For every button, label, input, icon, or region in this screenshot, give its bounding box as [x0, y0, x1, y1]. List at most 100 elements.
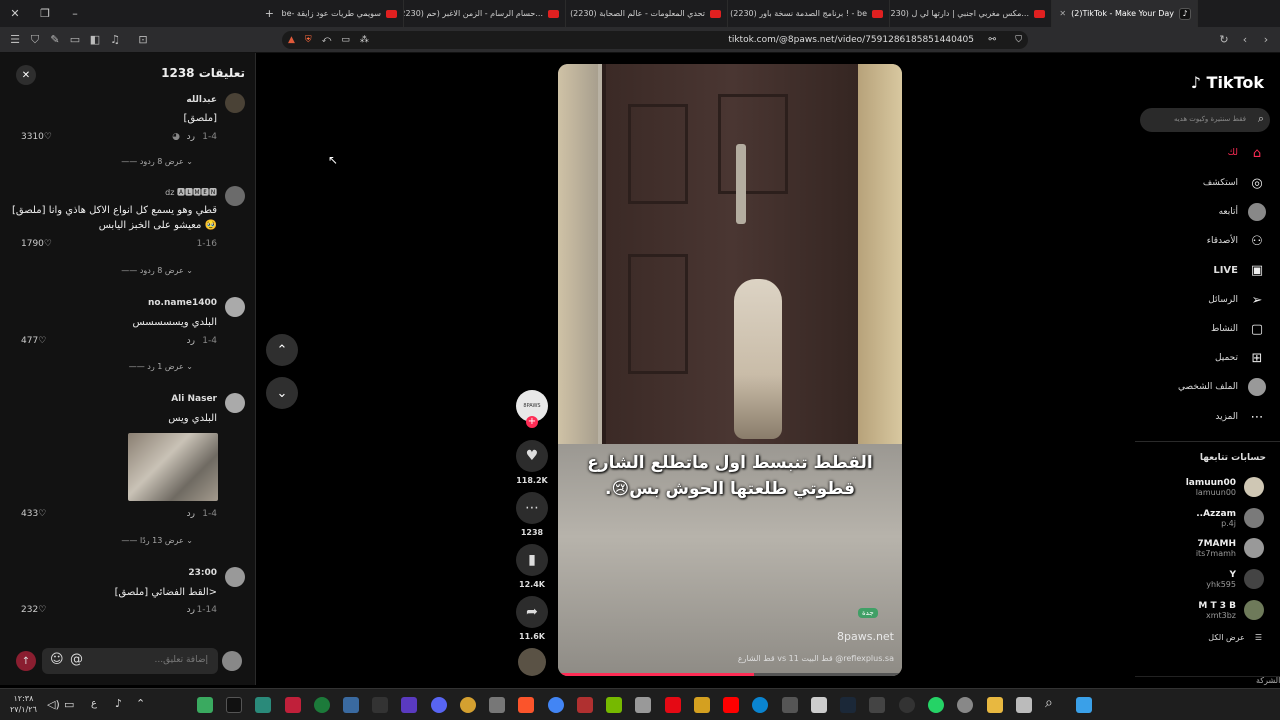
avatar[interactable] [225, 567, 245, 587]
see-all-link[interactable]: ☰ عرض الكل [1208, 633, 1262, 642]
app-icon[interactable] [694, 697, 710, 713]
youtube-app-icon[interactable] [723, 697, 739, 713]
nav-upload[interactable]: ⊞ تحميل [1215, 349, 1266, 367]
volume-icon[interactable]: ◁) [47, 698, 60, 711]
nav-friends[interactable]: ⚇ الأصدقاء [1207, 232, 1266, 250]
view-replies[interactable]: —— عرض 13 ردًا ⌄ [121, 536, 193, 545]
sidebar-icon[interactable]: ◧ [85, 27, 105, 53]
avatar[interactable] [225, 297, 245, 317]
search-icon[interactable]: ⌕ [1258, 112, 1264, 126]
brave-icon[interactable] [518, 697, 534, 713]
app-icon[interactable] [782, 697, 798, 713]
search-input[interactable]: فقط سنتيرة وكيوت هديه ⌕ [1140, 108, 1270, 132]
puzzle-icon[interactable]: ✎ [45, 27, 65, 53]
like-count[interactable]: 3310♡ [21, 132, 52, 142]
discord-icon[interactable] [431, 697, 447, 713]
nav-for-you[interactable]: ⌂ لك [1228, 144, 1266, 162]
start-button-icon[interactable] [1076, 697, 1092, 713]
wallet-icon[interactable]: ▭ [65, 27, 85, 53]
comment-username[interactable]: dz 🅰🅻🅼🅴🅽 [165, 187, 217, 198]
app-icon[interactable] [635, 697, 651, 713]
nav-messages[interactable]: ➢ الرسائل [1208, 291, 1266, 309]
new-tab-button[interactable]: + [90, 0, 274, 27]
heart-icon[interactable]: ♡ [38, 336, 46, 346]
store-icon[interactable] [811, 697, 827, 713]
app-icon[interactable] [401, 697, 417, 713]
heart-icon[interactable]: ♡ [38, 605, 46, 615]
search-icon[interactable]: ⌕ [1045, 695, 1053, 711]
browser-tab[interactable]: (2230) برنامج الصدمة نسخة باور ! - be [728, 0, 890, 27]
like-count[interactable]: 1790♡ [21, 239, 52, 249]
like-count[interactable]: 433♡ [21, 509, 46, 519]
share-icon[interactable]: ⤺ [322, 35, 332, 45]
browser-tab[interactable]: (2230) مكس مغربي اجنبي | دارتها لي ل... [890, 0, 1052, 27]
app-icon[interactable] [285, 697, 301, 713]
following-account[interactable]: Azzam.. p.4j [1196, 508, 1264, 528]
bookmark-icon[interactable]: ⛉ [1015, 35, 1022, 45]
comment-button[interactable]: ⋯ 1238 [515, 492, 549, 537]
comment-image[interactable] [128, 433, 218, 501]
send-icon[interactable]: ↑ [16, 651, 36, 671]
address-bar[interactable]: ▲ ⛨ ⤺ ▭ ⁂ tiktok.com/@8paws.net/video/75… [282, 31, 1028, 49]
screenshot-icon[interactable]: ⊡ [133, 27, 153, 53]
minimize-window-icon[interactable]: – [60, 0, 90, 27]
close-window-icon[interactable]: ✕ [0, 0, 30, 27]
mention-icon[interactable]: @ [70, 652, 83, 667]
nav-activity[interactable]: ▢ النشاط [1211, 320, 1266, 338]
url-text[interactable]: tiktok.com/@8paws.net/video/759128618585… [728, 35, 974, 45]
save-button[interactable]: ▮ 12.4K [515, 544, 549, 589]
netflix-icon[interactable] [665, 697, 681, 713]
following-account[interactable]: lamuun00 lamuun00 [1186, 477, 1264, 497]
nvidia-icon[interactable] [606, 697, 622, 713]
app-icon[interactable] [489, 697, 505, 713]
browser-tab[interactable]: (2230) تحدي المعلومات - عالم الصحابة [566, 0, 728, 27]
forward-icon[interactable]: ‹ [1235, 27, 1255, 53]
language-indicator[interactable]: ع [91, 698, 97, 709]
reply-button[interactable]: رد [187, 509, 195, 519]
comment-username[interactable]: Ali Naser [171, 394, 217, 404]
close-tab-icon[interactable]: ✕ [1059, 9, 1066, 18]
back-icon[interactable]: › [1256, 27, 1276, 53]
whatsapp-icon[interactable] [928, 697, 944, 713]
share-icon[interactable]: ➦ [516, 596, 548, 628]
avatar[interactable] [225, 393, 245, 413]
app-icon[interactable] [577, 697, 593, 713]
nav-live[interactable]: ▣ LIVE [1213, 261, 1266, 279]
browser-tab[interactable]: (2230) حسام الرسام - الزمن الاغبر (حم... [404, 0, 566, 27]
heart-icon[interactable]: ♡ [38, 509, 46, 519]
nav-more[interactable]: ⋯ المزيد [1215, 408, 1266, 426]
app-icon[interactable] [197, 697, 213, 713]
heart-icon[interactable]: ♥ [516, 440, 548, 472]
app-icon[interactable] [869, 697, 885, 713]
file-explorer-icon[interactable] [987, 697, 1003, 713]
like-button[interactable]: ♥ 118.2K [515, 440, 549, 485]
view-replies[interactable]: —— عرض 8 ردود ⌄ [121, 266, 193, 275]
comment-username[interactable]: no.name1400 [148, 298, 217, 308]
network-icon[interactable]: ▭ [64, 698, 74, 711]
cast-icon[interactable]: ▭ [341, 35, 350, 45]
shield-icon[interactable]: ⛉ [25, 27, 45, 53]
tiktok-logo[interactable]: ♪ TikTok [1191, 73, 1264, 92]
browser-tab-active[interactable]: ♪ (2)TikTok - Make Your Day ✕ [1052, 0, 1198, 27]
reply-button[interactable]: رد [187, 336, 195, 346]
tray-chevron-icon[interactable]: ⌃ [136, 697, 145, 710]
restore-window-icon[interactable]: ❐ [30, 0, 60, 27]
music-disc[interactable] [515, 648, 549, 676]
progress-track[interactable] [558, 673, 902, 676]
comment-username[interactable]: عبدالله [186, 95, 217, 105]
heart-icon[interactable]: ♡ [44, 132, 52, 142]
brave-rewards-icon[interactable]: ▲ [288, 35, 295, 45]
following-account[interactable]: M T 3 Bxmt3bz [1198, 600, 1264, 620]
link-icon[interactable]: ⚯ [988, 35, 996, 45]
translate-icon[interactable]: ⁂ [360, 35, 369, 45]
avatar[interactable] [225, 93, 245, 113]
steam-icon[interactable] [840, 697, 856, 713]
following-account[interactable]: 7MAMH its7mamh [1196, 538, 1264, 558]
comment-icon[interactable]: ⋯ [516, 492, 548, 524]
reply-button[interactable]: رد [187, 132, 195, 142]
task-view-icon[interactable] [1016, 697, 1032, 713]
user-avatar[interactable] [222, 651, 242, 671]
next-video-button[interactable]: ⌄ [266, 377, 298, 409]
app-icon[interactable] [460, 697, 476, 713]
like-count[interactable]: 232♡ [21, 605, 46, 615]
